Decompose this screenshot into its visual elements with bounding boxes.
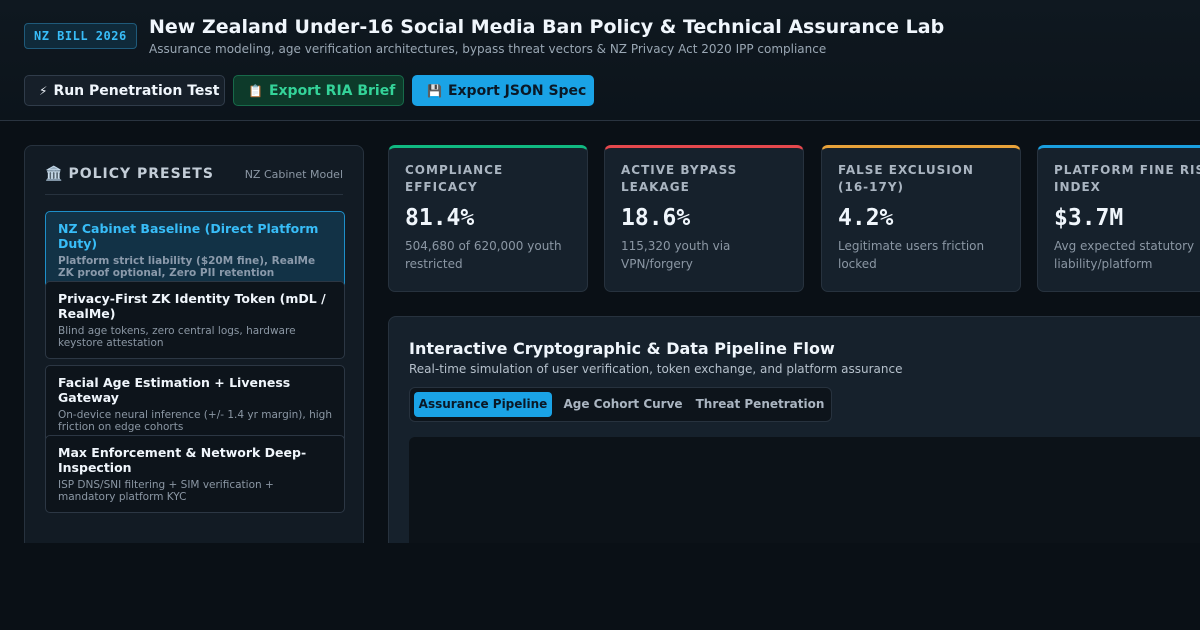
- preset-description: ISP DNS/SNI filtering + SIM verification…: [58, 479, 274, 503]
- government-building-icon: 🏛️: [45, 166, 63, 182]
- header-bar: NZ BILL 2026 New Zealand Under-16 Social…: [0, 0, 1200, 121]
- metric-label: PLATFORM FINE RISK INDEX: [1054, 163, 1200, 194]
- metric-detail: 504,680 of 620,000 youth restricted: [405, 239, 562, 271]
- tab-age-cohort-curve[interactable]: Age Cohort Curve: [558, 392, 688, 417]
- export-json-spec-label: Export JSON Spec: [447, 82, 587, 99]
- pipeline-title: Interactive Cryptographic & Data Pipelin…: [409, 339, 835, 358]
- metric-value: 4.2%: [838, 205, 894, 231]
- metric-label: ACTIVE BYPASS LEAKAGE: [621, 163, 738, 194]
- metric-value: 18.6%: [621, 205, 691, 231]
- page-footer-area: [0, 543, 1200, 630]
- export-ria-brief-label: Export RIA Brief: [268, 82, 396, 99]
- preset-max-enforcement[interactable]: Max Enforcement & Network Deep-Inspectio…: [45, 435, 345, 513]
- page-title: New Zealand Under-16 Social Media Ban Po…: [149, 16, 945, 38]
- bill-badge: NZ BILL 2026: [24, 23, 137, 49]
- metric-value: 81.4%: [405, 205, 475, 231]
- preset-privacy-first-zk[interactable]: Privacy-First ZK Identity Token (mDL / R…: [45, 281, 345, 359]
- export-ria-brief-button[interactable]: 📋 Export RIA Brief: [233, 75, 404, 106]
- preset-name: Facial Age Estimation + Liveness Gateway: [58, 375, 291, 405]
- divider: [45, 194, 343, 195]
- export-json-spec-button[interactable]: 💾 Export JSON Spec: [412, 75, 594, 106]
- metric-card-compliance-efficacy: COMPLIANCE EFFICACY 81.4% 504,680 of 620…: [388, 145, 588, 292]
- metric-detail: Legitimate users friction locked: [838, 239, 985, 271]
- floppy-disk-icon: 💾: [427, 83, 442, 98]
- metric-card-false-exclusion: FALSE EXCLUSION (16-17Y) 4.2% Legitimate…: [821, 145, 1021, 292]
- preset-nz-cabinet-baseline[interactable]: NZ Cabinet Baseline (Direct Platform Dut…: [45, 211, 345, 289]
- tab-assurance-pipeline[interactable]: Assurance Pipeline: [414, 392, 552, 417]
- metric-label: FALSE EXCLUSION (16-17Y): [838, 163, 974, 194]
- pipeline-flow-panel: Interactive Cryptographic & Data Pipelin…: [388, 316, 1200, 577]
- run-penetration-test-button[interactable]: ⚡ Run Penetration Test: [24, 75, 225, 106]
- metric-detail: Avg expected statutory liability/platfor…: [1054, 239, 1195, 271]
- preset-name: Privacy-First ZK Identity Token (mDL / R…: [58, 291, 326, 321]
- metric-value: $3.7M: [1054, 205, 1124, 231]
- preset-description: Blind age tokens, zero central logs, har…: [58, 325, 296, 349]
- preset-name: Max Enforcement & Network Deep-Inspectio…: [58, 445, 307, 475]
- metric-detail: 115,320 youth via VPN/forgery: [621, 239, 731, 271]
- clipboard-icon: 📋: [248, 83, 263, 98]
- run-penetration-test-label: Run Penetration Test: [53, 82, 220, 99]
- pipeline-subtitle: Real-time simulation of user verificatio…: [409, 362, 903, 376]
- page-subtitle: Assurance modeling, age verification arc…: [149, 42, 827, 56]
- lightning-icon: ⚡: [39, 83, 48, 98]
- preset-facial-age-estimation[interactable]: Facial Age Estimation + Liveness Gateway…: [45, 365, 345, 443]
- metric-card-active-bypass-leakage: ACTIVE BYPASS LEAKAGE 18.6% 115,320 yout…: [604, 145, 804, 292]
- preset-description: On-device neural inference (+/- 1.4 yr m…: [58, 409, 332, 433]
- pipeline-tab-bar: Assurance Pipeline Age Cohort Curve Thre…: [409, 387, 832, 422]
- cabinet-model-label: NZ Cabinet Model: [244, 168, 343, 181]
- tab-threat-penetration[interactable]: Threat Penetration: [694, 392, 826, 417]
- preset-description: Platform strict liability ($20M fine), R…: [58, 255, 316, 279]
- policy-presets-heading: 🏛️ POLICY PRESETS: [45, 166, 214, 182]
- metric-card-platform-fine-risk: PLATFORM FINE RISK INDEX $3.7M Avg expec…: [1037, 145, 1200, 292]
- policy-presets-title: POLICY PRESETS: [68, 166, 214, 182]
- metric-label: COMPLIANCE EFFICACY: [405, 163, 504, 194]
- policy-presets-panel: 🏛️ POLICY PRESETS NZ Cabinet Model NZ Ca…: [24, 145, 364, 565]
- preset-name: NZ Cabinet Baseline (Direct Platform Dut…: [58, 221, 319, 251]
